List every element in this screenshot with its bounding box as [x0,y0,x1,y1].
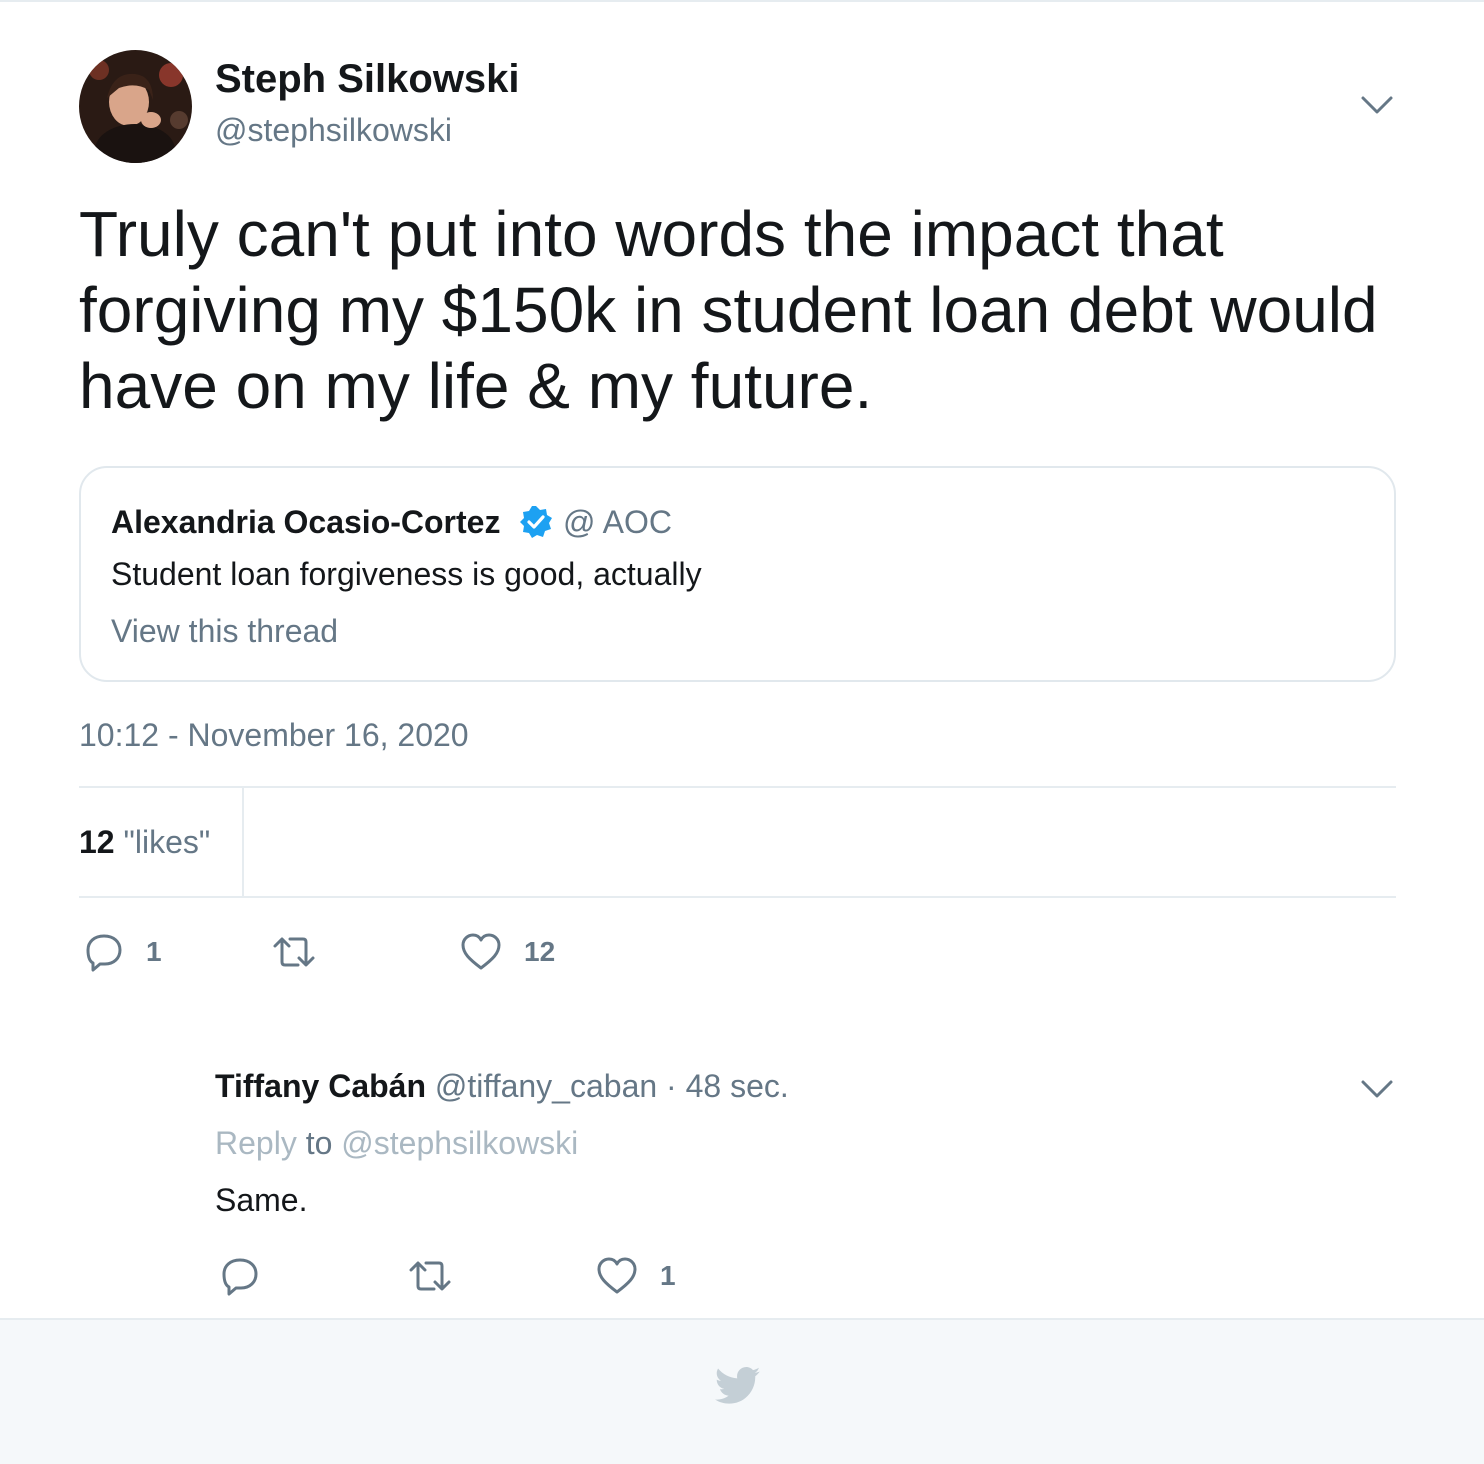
reply-count: 1 [146,936,162,967]
reply-header: Tiffany Cabán @tiffany_caban · 48 sec. [215,1068,789,1105]
replying-label: Reply [215,1125,297,1161]
reply-retweet-button[interactable] [408,1254,452,1298]
like-count: 12 [524,936,556,967]
reply-button[interactable]: 1 [84,930,162,974]
twitter-bird-icon [715,1366,761,1406]
like-icon [597,1257,637,1294]
reply-icon [86,934,122,972]
footer [0,1318,1484,1464]
reply-like-count: 1 [660,1260,676,1291]
reply-reply-button[interactable] [220,1254,260,1298]
quote-author-handle: @ AOC [563,504,672,540]
quote-text: Student loan forgiveness is good, actual… [111,556,702,592]
author-handle[interactable]: @stephsilkowski [215,112,452,149]
reply-icon [222,1258,258,1296]
replying-handle[interactable]: @stephsilkowski [341,1125,578,1161]
reply-meta[interactable]: @tiffany_caban · 48 sec. [426,1068,789,1104]
chevron-down-icon[interactable] [1360,1078,1394,1100]
reply-text: Same. [215,1182,308,1218]
replying-to-word: to [296,1125,342,1161]
likes-stat-count: 12 [79,824,115,860]
verified-badge-icon [518,504,554,540]
retweet-icon [409,1261,451,1291]
stats-divider [242,788,244,896]
likes-stat[interactable]: 12 "likes" [79,824,210,861]
tweet-timestamp[interactable]: 10:12 - November 16, 2020 [79,717,469,754]
tweet-text: Truly can't put into words the impact th… [79,198,1378,422]
replying-to: Reply to @stephsilkowski [215,1125,578,1162]
likes-stat-label: "likes" [123,824,211,860]
top-border [0,0,1484,2]
quoted-tweet-card[interactable]: Alexandria Ocasio-Cortez @ AOC Student l… [79,466,1396,682]
author-name[interactable]: Steph Silkowski [215,57,520,102]
reply-like-button[interactable]: 1 [596,1254,676,1298]
view-thread-link[interactable]: View this thread [111,613,338,650]
like-button[interactable]: 12 [460,930,555,974]
avatar[interactable] [79,50,192,163]
retweet-icon [273,937,315,967]
like-icon [461,933,501,970]
retweet-button[interactable] [272,930,316,974]
reply-author-name[interactable]: Tiffany Cabán [215,1068,426,1104]
chevron-down-icon[interactable] [1360,94,1394,116]
stats-row: 12 "likes" [79,786,1396,898]
quote-author-name: Alexandria Ocasio-Cortez [111,504,501,540]
